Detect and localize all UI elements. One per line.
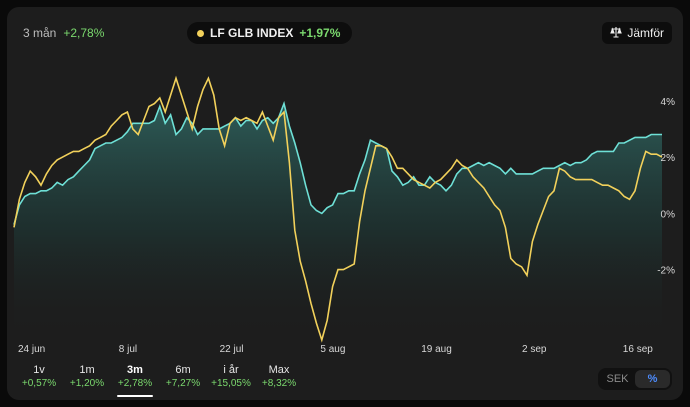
x-tick-label: 16 sep: [623, 344, 653, 355]
x-tick-label: 24 jun: [18, 344, 45, 355]
period-ytd[interactable]: i år +15,05%: [207, 363, 255, 397]
period-value: +2,78%: [117, 378, 153, 389]
x-tick-label: 2 sep: [522, 344, 547, 355]
x-tick-label: 22 jul: [220, 344, 244, 355]
index-change: +1,97%: [299, 26, 341, 40]
period-change: +2,78%: [63, 26, 105, 40]
y-tick-label: -2%: [657, 266, 675, 277]
period-value: +0,57%: [21, 378, 57, 389]
period-value: +7,27%: [165, 378, 201, 389]
period-3m[interactable]: 3m +2,78%: [111, 363, 159, 397]
compare-button[interactable]: Jämför: [602, 22, 672, 44]
period-value: +8,32%: [261, 378, 297, 389]
period-1v[interactable]: 1v +0,57%: [15, 363, 63, 397]
period-label: i år: [223, 364, 239, 376]
period-max[interactable]: Max +8,32%: [255, 363, 303, 397]
x-tick-label: 5 aug: [320, 344, 345, 355]
x-axis-ticks: 24 jun 8 jul 22 jul 5 aug 19 aug 2 sep 16 sep: [18, 344, 653, 355]
fund-area: [14, 103, 662, 340]
period-6m[interactable]: 6m +7,27%: [159, 363, 207, 397]
chart-header: 3 mån +2,78% LF GLB INDEX +1,97% Jämför: [7, 7, 683, 57]
period-value: +1,20%: [69, 378, 105, 389]
period-label: 1m: [79, 364, 95, 376]
period-value: +15,05%: [211, 378, 251, 389]
period-selector: 1v +0,57% 1m +1,20% 3m +2,78% 6m +7,27% …: [15, 363, 303, 397]
currency-toggle: SEK %: [598, 368, 672, 390]
y-tick-label: 2%: [661, 153, 676, 164]
period-label: 1v: [33, 364, 45, 376]
period-label: 3 mån: [23, 26, 57, 40]
toggle-sek[interactable]: SEK: [600, 370, 635, 388]
period-summary: 3 mån +2,78%: [23, 23, 189, 43]
index-color-dot: [197, 29, 204, 37]
period-label: 6m: [175, 364, 191, 376]
index-legend-pill[interactable]: LF GLB INDEX +1,97%: [187, 22, 353, 44]
period-1m[interactable]: 1m +1,20%: [63, 363, 111, 397]
y-tick-label: 4%: [661, 97, 676, 108]
x-tick-label: 19 aug: [421, 344, 452, 355]
period-label: Max: [268, 364, 290, 376]
chart-card: 4% 2% 0% -2% 24 jun 8 jul 22 jul 5 aug 19 aug 2 …: [7, 7, 683, 400]
scale-icon: [610, 26, 623, 41]
x-tick-label: 8 jul: [119, 344, 137, 355]
performance-chart[interactable]: 4% 2% 0% -2% 24 jun 8 jul 22 jul 5 aug 19 aug 2 …: [7, 7, 683, 367]
toggle-percent[interactable]: %: [635, 370, 670, 388]
period-label: 3m: [127, 364, 143, 376]
index-name: LF GLB INDEX: [210, 26, 294, 40]
y-tick-label: 0%: [661, 209, 676, 220]
compare-label: Jämför: [627, 26, 664, 40]
